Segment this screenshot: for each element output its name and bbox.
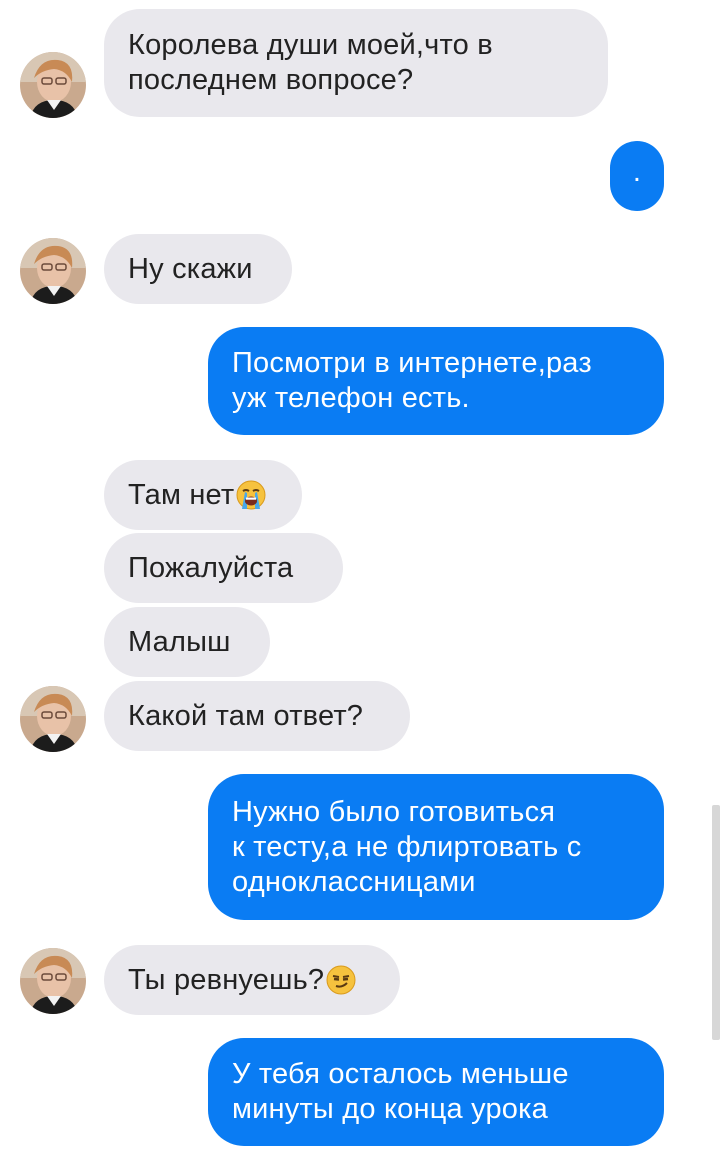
message-outgoing[interactable]: Посмотри в интернете,раз уж телефон есть…	[208, 327, 664, 435]
message-text: Там нет	[128, 478, 235, 511]
message-incoming[interactable]: Ну скажи	[104, 234, 292, 304]
message-text-line: У тебя осталось меньше	[232, 1058, 569, 1090]
message-outgoing[interactable]: У тебя осталось меньше минуты до конца у…	[208, 1038, 664, 1146]
message-text-line: уж телефон есть.	[232, 382, 470, 414]
message-incoming[interactable]: Малыш	[104, 607, 270, 677]
message-text-line: к тесту,а не флиртовать с	[232, 830, 582, 863]
scrollbar-thumb[interactable]	[712, 805, 720, 1040]
contact-avatar[interactable]	[20, 948, 86, 1014]
message-incoming[interactable]: Ты ревнуешь?	[104, 945, 400, 1015]
message-text-line: Королева души моей,что в	[128, 29, 493, 61]
contact-avatar[interactable]	[20, 238, 86, 304]
message-incoming[interactable]: Какой там ответ?	[104, 681, 410, 751]
message-text-line: Посмотри в интернете,раз	[232, 347, 592, 379]
message-incoming[interactable]: Королева души моей,что в последнем вопро…	[104, 9, 608, 117]
message-outgoing[interactable]: .	[610, 141, 664, 211]
message-outgoing[interactable]: Нужно было готовиться к тесту,а не флирт…	[208, 774, 664, 920]
message-text: Ну скажи	[128, 252, 253, 285]
message-text-line: минуты до конца урока	[232, 1093, 548, 1125]
message-text-line: Нужно было готовиться	[232, 795, 556, 828]
chat-thread: Королева души моей,что в последнем вопро…	[0, 0, 720, 1158]
message-text: Какой там ответ?	[128, 699, 364, 732]
smirking-face-icon	[326, 965, 356, 995]
contact-avatar[interactable]	[20, 52, 86, 118]
message-text: Пожалуйста	[128, 551, 294, 584]
message-text-line: последнем вопросе?	[128, 64, 414, 96]
message-incoming[interactable]: Там нет	[104, 460, 302, 530]
message-text-line: одноклассницами	[232, 865, 476, 898]
message-text: Ты ревнуешь?	[128, 963, 325, 996]
message-text: Малыш	[128, 625, 231, 658]
contact-avatar[interactable]	[20, 686, 86, 752]
loudly-crying-face-icon	[236, 480, 266, 510]
message-text: .	[632, 155, 642, 188]
message-incoming[interactable]: Пожалуйста	[104, 533, 343, 603]
